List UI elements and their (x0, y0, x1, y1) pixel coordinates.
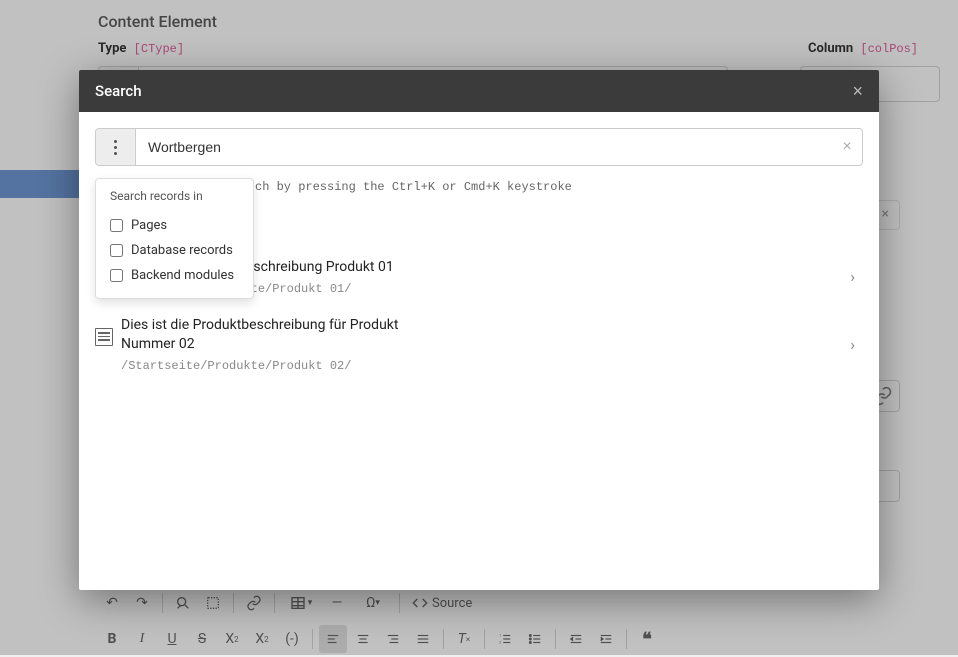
result-title: eschreibung Produkt 01 (246, 258, 556, 278)
rich-text-editor-toolbar: ↶ ↷ ▾ — Ω ▾ Source (98, 585, 900, 657)
filter-label: Database records (131, 243, 233, 258)
align-justify-button[interactable] (409, 625, 437, 653)
search-modal: Search × × ch by pressing the Ctrl+K or … (79, 70, 879, 590)
bold-button[interactable]: B (98, 625, 126, 653)
result-path: /Startseite/Produkte/Produkt 02/ (121, 359, 834, 373)
dropdown-title: Search records in (110, 189, 239, 203)
field-labels-row: Type [CType] Column [colPos] (98, 41, 940, 56)
filter-label: Backend modules (131, 268, 234, 283)
search-result-item[interactable]: Dies ist die Produktbeschreibung für Pro… (95, 310, 863, 387)
close-icon[interactable]: × (882, 206, 889, 222)
subscript-button[interactable]: X2 (218, 625, 246, 653)
search-filter-dropdown: Search records in Pages Database records… (95, 178, 254, 299)
content-element-heading: Content Element (98, 12, 940, 31)
remove-format-button[interactable]: T× (450, 625, 478, 653)
special-char-button[interactable]: Ω ▾ (353, 589, 393, 617)
numbered-list-button[interactable]: 12 (491, 625, 519, 653)
filter-option-pages[interactable]: Pages (110, 213, 239, 238)
filter-label: Pages (131, 218, 167, 233)
filter-option-backend-modules[interactable]: Backend modules (110, 263, 239, 288)
type-label: Type (98, 41, 126, 56)
modal-header: Search × (79, 70, 879, 112)
filter-checkbox-pages[interactable] (110, 219, 123, 232)
undo-button[interactable]: ↶ (98, 589, 126, 617)
blockquote-button[interactable]: ❝ (633, 625, 661, 653)
align-right-button[interactable] (379, 625, 407, 653)
result-content: Dies ist die Produktbeschreibung für Pro… (121, 316, 834, 373)
outdent-button[interactable] (562, 625, 590, 653)
link-button[interactable] (240, 589, 268, 617)
bullet-list-button[interactable] (521, 625, 549, 653)
modal-title: Search (95, 82, 142, 100)
search-clear-button[interactable]: × (832, 129, 862, 165)
content-element-icon (95, 328, 113, 346)
modal-close-button[interactable]: × (852, 82, 863, 100)
vertical-dots-icon (114, 140, 117, 155)
result-title: Dies ist die Produktbeschreibung für Pro… (121, 316, 431, 355)
underline-button[interactable]: U (158, 625, 186, 653)
filter-checkbox-backend-modules[interactable] (110, 269, 123, 282)
svg-text:1: 1 (499, 634, 501, 638)
svg-text:2: 2 (499, 641, 501, 645)
column-fieldname: [colPos] (860, 42, 918, 56)
align-center-button[interactable] (349, 625, 377, 653)
search-input[interactable] (136, 129, 832, 165)
chevron-right-icon: › (842, 335, 863, 354)
sidebar-active-indicator (0, 170, 80, 198)
indent-button[interactable] (592, 625, 620, 653)
superscript-button[interactable]: X2 (248, 625, 276, 653)
align-left-button[interactable] (319, 625, 347, 653)
strikethrough-button[interactable]: S (188, 625, 216, 653)
type-fieldname: [CType] (134, 42, 184, 56)
table-button[interactable]: ▾ (281, 589, 321, 617)
filter-checkbox-database-records[interactable] (110, 244, 123, 257)
source-button[interactable]: Source (406, 595, 478, 611)
search-filter-toggle[interactable] (96, 129, 136, 165)
filter-option-database-records[interactable]: Database records (110, 238, 239, 263)
source-label: Source (432, 596, 472, 611)
redo-button[interactable]: ↷ (128, 589, 156, 617)
column-label: Column (808, 41, 853, 56)
soft-hyphen-button[interactable]: (-) (278, 625, 306, 653)
italic-button[interactable]: I (128, 625, 156, 653)
select-all-button[interactable] (199, 589, 227, 617)
modal-body: × ch by pressing the Ctrl+K or Cmd+K key… (79, 112, 879, 403)
chevron-right-icon: › (842, 267, 863, 286)
find-replace-button[interactable] (169, 589, 197, 617)
search-input-row: × (95, 128, 863, 166)
horizontal-rule-button[interactable]: — (323, 589, 351, 617)
